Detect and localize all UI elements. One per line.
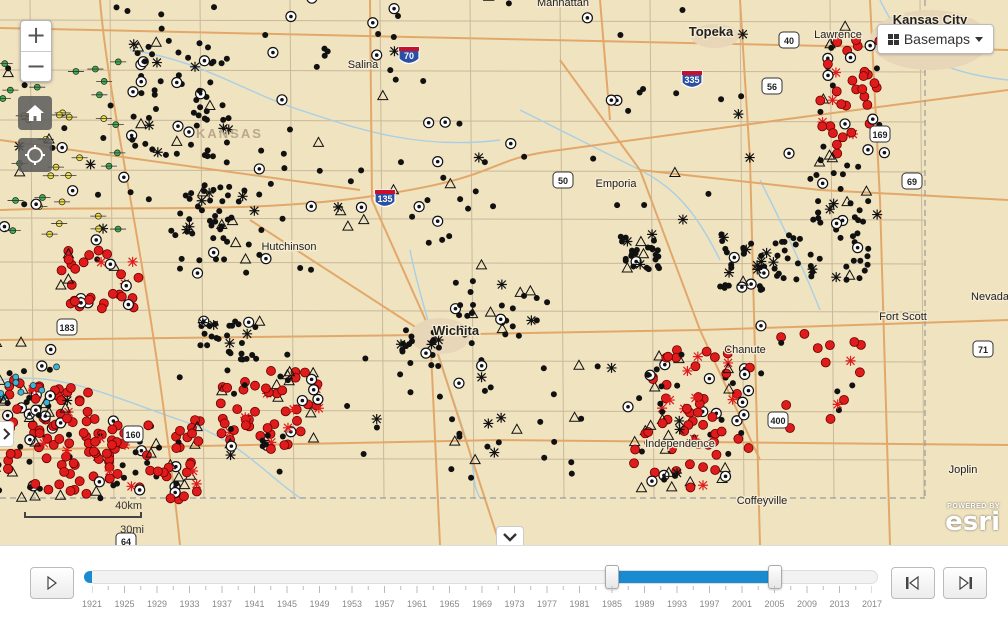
year-label: 1921 (81, 599, 103, 609)
zoom-in-button[interactable]: + (21, 21, 51, 51)
highway-shield: 71 (972, 340, 994, 358)
time-slider-start-cap (84, 571, 92, 583)
svg-text:400: 400 (770, 416, 785, 426)
svg-text:71: 71 (978, 345, 988, 355)
year-label: 2009 (796, 599, 818, 609)
highway-shield: 70 (398, 46, 420, 65)
svg-text:135: 135 (377, 194, 392, 204)
zoom-control: + − (20, 20, 52, 82)
zoom-out-button[interactable]: − (21, 51, 51, 81)
next-icon (959, 576, 972, 590)
svg-text:40: 40 (784, 36, 794, 46)
city-label: Hutchinson (261, 241, 316, 253)
year-label: 1945 (276, 599, 298, 609)
time-slider-selected-range (612, 571, 775, 583)
previous-icon (906, 576, 919, 590)
home-icon (26, 105, 44, 121)
scale-km-label: 40km (115, 500, 142, 512)
city-label: Independence (645, 438, 715, 450)
highway-shield: 56 (761, 77, 783, 95)
year-label: 1977 (536, 599, 558, 609)
play-button[interactable] (30, 567, 74, 599)
side-panel-toggle[interactable] (0, 421, 14, 447)
city-label: Nevada (971, 291, 1008, 303)
chevron-down-icon (503, 532, 517, 542)
highway-shield: 135 (374, 189, 396, 208)
city-label: Chanute (724, 344, 766, 356)
year-label: 1941 (244, 599, 265, 609)
year-label: 1929 (146, 599, 168, 609)
play-icon (47, 576, 57, 590)
scale-mi-label: 30mi (120, 524, 144, 536)
map-view[interactable]: 70 135 335 40 56 169 69 71 400 160 183 50 64 Manhatt… (0, 0, 1008, 545)
highway-shield: 169 (869, 125, 891, 143)
svg-text:70: 70 (404, 51, 414, 61)
grid-icon (887, 33, 899, 45)
chevron-right-icon (2, 428, 10, 440)
collapse-timeline-button[interactable] (496, 526, 524, 545)
esri-logo: esri (945, 507, 1000, 537)
highway-shield: 160 (122, 425, 144, 443)
svg-text:169: 169 (872, 130, 887, 140)
year-label: 1985 (601, 599, 623, 609)
year-label: 1957 (374, 599, 395, 609)
city-label: Coffeyville (737, 495, 788, 507)
time-slider-year-labels: 1921 1925 1929 1933 1937 1941 1945 1949 1953 1957… (0, 599, 1008, 613)
svg-text:69: 69 (907, 177, 917, 187)
year-label: 1925 (114, 599, 135, 609)
highway-shield: 400 (767, 411, 789, 429)
year-label: 1969 (471, 599, 493, 609)
time-slider-panel: 1921 1925 1929 1933 1937 1941 1945 1949 1953 1957… (0, 545, 1008, 617)
svg-text:56: 56 (767, 82, 777, 92)
highway-shield: 183 (56, 318, 78, 336)
highway-shield: 69 (901, 172, 923, 190)
city-label: Emporia (596, 178, 638, 190)
time-slider-ticks (92, 586, 872, 593)
state-label: KANSAS (196, 126, 263, 141)
year-label: 2001 (731, 599, 753, 609)
scale-bar: 40km 30mi (24, 500, 144, 540)
city-label: Salina (348, 59, 379, 71)
caret-down-icon (975, 36, 983, 42)
year-label: 1973 (504, 599, 525, 609)
year-label: 1949 (309, 599, 330, 609)
city-label: Lawrence (814, 29, 862, 41)
basemaps-dropdown[interactable]: Basemaps (876, 24, 994, 54)
locate-button[interactable] (18, 138, 52, 172)
city-label: Topeka (689, 24, 734, 39)
city-label: Joplin (949, 464, 978, 476)
year-label: 1933 (179, 599, 200, 609)
year-label: 1993 (666, 599, 688, 609)
svg-text:50: 50 (558, 176, 568, 186)
year-label: 1937 (211, 599, 233, 609)
year-label: 1997 (699, 599, 720, 609)
year-label: 2005 (764, 599, 785, 609)
city-label: Wichita (433, 323, 480, 338)
year-label: 2013 (829, 599, 850, 609)
year-label: 1953 (341, 599, 363, 609)
basemaps-label: Basemaps (903, 31, 970, 47)
basemap-layer: 70135335405616969714001601835064 Manhatt… (0, 0, 1008, 545)
home-button[interactable] (18, 96, 52, 130)
highway-shield: 335 (681, 70, 703, 89)
year-label: 1965 (439, 599, 460, 609)
year-label: 1981 (569, 599, 590, 609)
svg-text:160: 160 (125, 430, 140, 440)
city-label: Fort Scott (879, 311, 927, 323)
highway-shield: 40 (778, 31, 800, 49)
next-button[interactable] (943, 567, 987, 599)
year-label: 2017 (861, 599, 883, 609)
year-label: 1961 (406, 599, 428, 609)
previous-button[interactable] (891, 567, 935, 599)
svg-text:335: 335 (684, 75, 699, 85)
svg-text:183: 183 (59, 323, 74, 333)
esri-attribution[interactable]: POWERED BY esri (945, 503, 1000, 537)
year-label: 1989 (634, 599, 655, 609)
locate-icon (25, 145, 45, 165)
city-label: Manhattan (537, 0, 589, 9)
highway-shield: 50 (552, 171, 574, 189)
